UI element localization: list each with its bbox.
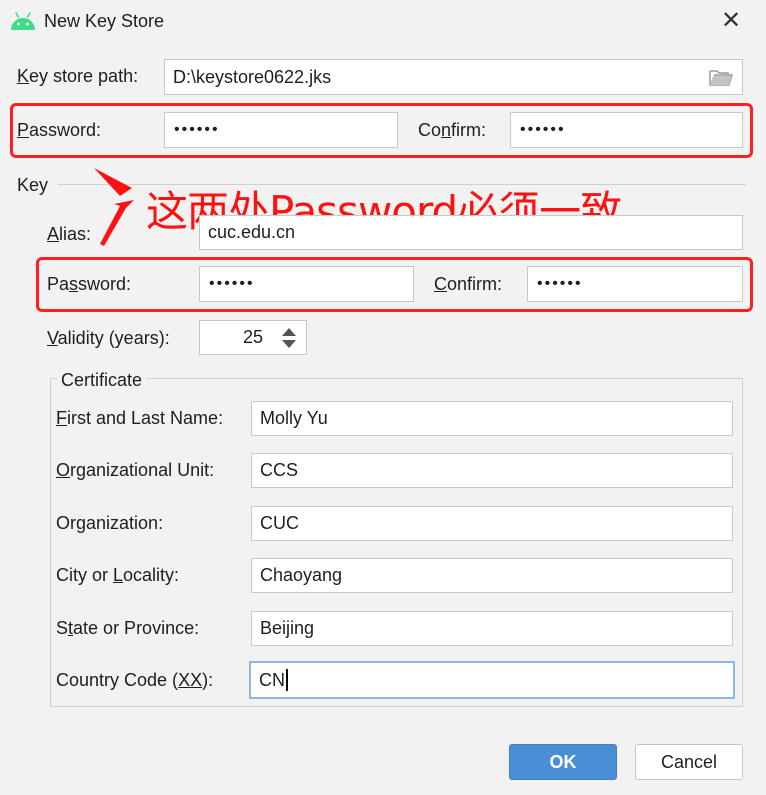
- key-confirm-label: Confirm:: [434, 274, 503, 294]
- key-store-path-label: Key store path:: [17, 66, 139, 86]
- certificate-title: Certificate: [57, 370, 147, 391]
- folder-icon[interactable]: [709, 68, 733, 87]
- annotation-arrow: [94, 168, 134, 246]
- keystore-confirm-field[interactable]: ••••••: [510, 112, 743, 148]
- organization-field[interactable]: CUC: [251, 506, 733, 541]
- cancel-button[interactable]: Cancel: [635, 744, 743, 780]
- validity-label: Validity (years):: [47, 328, 170, 348]
- validity-value: 25: [242, 327, 263, 347]
- keystore-password-field[interactable]: ••••••: [164, 112, 398, 148]
- state-label: State or Province:: [56, 618, 200, 638]
- window-title: New Key Store: [44, 11, 165, 31]
- key-password-label: Password:: [47, 274, 132, 294]
- key-section-title: Key: [17, 175, 49, 195]
- text-caret: [286, 669, 288, 691]
- alias-label: Alias:: [47, 224, 92, 244]
- key-store-path-field[interactable]: D:\keystore0622.jks: [164, 59, 743, 95]
- spinner-arrows-icon[interactable]: [280, 327, 298, 349]
- state-field[interactable]: Beijing: [251, 611, 733, 646]
- keystore-password-label: Password:: [17, 120, 102, 140]
- first-last-name-field[interactable]: Molly Yu: [251, 401, 733, 436]
- city-field[interactable]: Chaoyang: [251, 558, 733, 593]
- key-store-path-value: D:\keystore0622.jks: [173, 66, 332, 87]
- country-code-value: CN: [259, 669, 285, 690]
- org-unit-label: Organizational Unit:: [56, 460, 215, 480]
- organization-label: Organization:: [56, 513, 164, 533]
- keystore-confirm-label: Confirm:: [418, 120, 487, 140]
- alias-field[interactable]: cuc.edu.cn: [199, 215, 743, 250]
- close-icon[interactable]: ✕: [718, 8, 744, 34]
- first-last-name-label: First and Last Name:: [56, 408, 224, 428]
- org-unit-field[interactable]: CCS: [251, 453, 733, 488]
- country-code-label: Country Code (XX):: [56, 670, 214, 690]
- country-code-field[interactable]: CN: [249, 661, 735, 699]
- key-password-field[interactable]: ••••••: [199, 266, 414, 302]
- key-confirm-field[interactable]: ••••••: [527, 266, 743, 302]
- city-label: City or Locality:: [56, 565, 180, 585]
- ok-button[interactable]: OK: [509, 744, 617, 780]
- android-icon: [11, 12, 35, 30]
